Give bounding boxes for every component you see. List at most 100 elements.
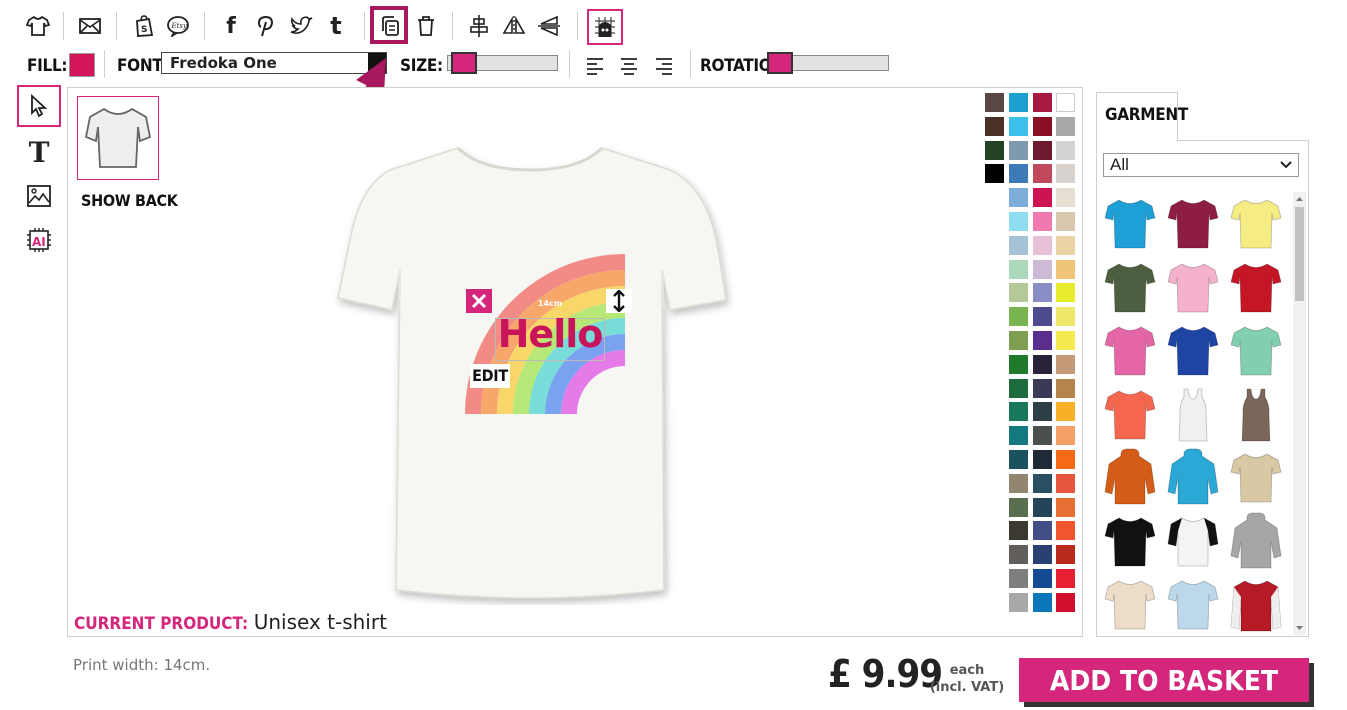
edit-button[interactable]: EDIT bbox=[470, 364, 510, 388]
palette-swatch[interactable] bbox=[1056, 426, 1076, 446]
garment-item-tank-mocha[interactable] bbox=[1230, 385, 1282, 443]
palette-swatch[interactable] bbox=[1032, 140, 1052, 160]
palette-swatch[interactable] bbox=[1056, 497, 1076, 517]
palette-swatch[interactable] bbox=[1008, 378, 1028, 398]
palette-swatch[interactable] bbox=[1008, 188, 1028, 208]
align-center-text-icon[interactable] bbox=[615, 53, 643, 79]
garment-scrollbar-thumb[interactable] bbox=[1295, 207, 1304, 301]
garment-item-tee-red[interactable] bbox=[1230, 258, 1282, 316]
garment-item-tee-maroon[interactable] bbox=[1167, 194, 1219, 252]
trash-icon[interactable] bbox=[412, 13, 440, 39]
palette-swatch[interactable] bbox=[1008, 259, 1028, 279]
palette-swatch[interactable] bbox=[1008, 93, 1028, 112]
garment-item-tee-coral[interactable] bbox=[1104, 385, 1156, 443]
palette-swatch[interactable] bbox=[1032, 545, 1052, 565]
align-left-icon[interactable] bbox=[581, 53, 609, 79]
garment-item-tank-white[interactable] bbox=[1167, 385, 1219, 443]
palette-swatch[interactable] bbox=[1056, 140, 1076, 160]
garment-item-tee-natural[interactable] bbox=[1104, 575, 1156, 633]
palette-swatch[interactable] bbox=[1032, 259, 1052, 279]
palette-swatch[interactable] bbox=[1008, 212, 1028, 231]
palette-swatch[interactable] bbox=[1008, 545, 1028, 565]
palette-swatch[interactable] bbox=[1008, 164, 1028, 184]
garment-item-tee-black[interactable] bbox=[1104, 512, 1156, 570]
palette-swatch[interactable] bbox=[1008, 331, 1028, 350]
palette-swatch[interactable] bbox=[1056, 116, 1076, 136]
ai-tool-icon[interactable]: AI bbox=[20, 222, 58, 258]
palette-swatch[interactable] bbox=[1056, 450, 1076, 469]
garment-item-tee-skyblue[interactable] bbox=[1167, 575, 1219, 633]
palette-swatch[interactable] bbox=[1056, 354, 1076, 374]
palette-swatch[interactable] bbox=[1008, 116, 1028, 136]
scroll-up-icon[interactable] bbox=[1295, 195, 1304, 203]
palette-swatch[interactable] bbox=[1056, 93, 1076, 112]
palette-swatch[interactable] bbox=[1008, 569, 1028, 588]
palette-swatch[interactable] bbox=[1008, 426, 1028, 446]
garment-item-tee-mint[interactable] bbox=[1230, 321, 1282, 379]
palette-swatch[interactable] bbox=[1032, 426, 1052, 446]
palette-swatch[interactable] bbox=[1008, 283, 1028, 303]
flip-vertical-icon[interactable] bbox=[535, 13, 563, 39]
resize-handle[interactable] bbox=[606, 289, 632, 313]
palette-swatch[interactable] bbox=[1056, 307, 1076, 327]
copy-icon[interactable] bbox=[376, 13, 404, 39]
envelope-icon[interactable] bbox=[76, 13, 104, 39]
palette-swatch[interactable] bbox=[1056, 569, 1076, 588]
palette-swatch[interactable] bbox=[1032, 592, 1052, 612]
fill-color-swatch[interactable] bbox=[69, 53, 95, 77]
shopify-icon[interactable]: S bbox=[130, 13, 158, 39]
palette-swatch[interactable] bbox=[1056, 402, 1076, 422]
palette-swatch[interactable] bbox=[1008, 497, 1028, 517]
palette-swatch[interactable] bbox=[1056, 592, 1076, 612]
flip-horizontal-icon[interactable] bbox=[500, 13, 528, 39]
palette-swatch[interactable] bbox=[985, 116, 1004, 136]
design-text[interactable]: Hello bbox=[495, 312, 605, 356]
garment-item-tee-olive[interactable] bbox=[1104, 258, 1156, 316]
palette-swatch[interactable] bbox=[1032, 402, 1052, 422]
palette-swatch[interactable] bbox=[1032, 331, 1052, 350]
palette-swatch[interactable] bbox=[1056, 188, 1076, 208]
add-to-basket-button[interactable]: ADD TO BASKET bbox=[1019, 658, 1309, 702]
palette-swatch[interactable] bbox=[1032, 354, 1052, 374]
size-slider-handle[interactable] bbox=[451, 52, 478, 74]
palette-swatch[interactable] bbox=[1008, 235, 1028, 255]
palette-swatch[interactable] bbox=[1032, 164, 1052, 184]
garment-item-tee-royal[interactable] bbox=[1167, 321, 1219, 379]
palette-swatch[interactable] bbox=[1032, 212, 1052, 231]
palette-swatch[interactable] bbox=[1008, 521, 1028, 541]
garment-item-raglan-black-white[interactable] bbox=[1167, 512, 1219, 570]
delete-element-button[interactable] bbox=[466, 289, 492, 313]
garment-item-hoodie-grey[interactable] bbox=[1230, 511, 1282, 570]
garment-item-hoodie-orange[interactable] bbox=[1104, 448, 1156, 506]
palette-swatch[interactable] bbox=[1032, 93, 1052, 112]
tumblr-icon[interactable]: t bbox=[322, 12, 350, 40]
palette-swatch[interactable] bbox=[1008, 450, 1028, 469]
palette-swatch[interactable] bbox=[1056, 545, 1076, 565]
rotation-slider-handle[interactable] bbox=[766, 52, 793, 74]
align-right-icon[interactable] bbox=[650, 53, 678, 79]
show-back-button[interactable] bbox=[77, 96, 159, 180]
palette-swatch[interactable] bbox=[1056, 473, 1076, 493]
palette-swatch[interactable] bbox=[1032, 473, 1052, 493]
palette-swatch[interactable] bbox=[1056, 212, 1076, 231]
etsy-icon[interactable]: Etsy bbox=[164, 13, 192, 39]
facebook-icon[interactable]: f bbox=[217, 13, 245, 39]
tshirt-icon[interactable] bbox=[24, 13, 52, 39]
palette-swatch[interactable] bbox=[1056, 259, 1076, 279]
palette-swatch[interactable] bbox=[1032, 188, 1052, 208]
twitter-icon[interactable] bbox=[287, 13, 315, 39]
palette-swatch[interactable] bbox=[985, 140, 1004, 160]
garment-item-tee-cyan[interactable] bbox=[1104, 194, 1156, 252]
palette-swatch[interactable] bbox=[1032, 283, 1052, 303]
palette-swatch[interactable] bbox=[1008, 402, 1028, 422]
palette-swatch[interactable] bbox=[1056, 378, 1076, 398]
garment-item-tee-tiedye[interactable] bbox=[1230, 448, 1282, 506]
scroll-down-icon[interactable] bbox=[1295, 624, 1304, 632]
align-center-icon[interactable] bbox=[465, 13, 493, 39]
palette-swatch[interactable] bbox=[1032, 378, 1052, 398]
palette-swatch[interactable] bbox=[1008, 354, 1028, 374]
text-tool-icon[interactable]: T bbox=[20, 134, 58, 170]
palette-swatch[interactable] bbox=[1056, 235, 1076, 255]
palette-swatch[interactable] bbox=[1056, 521, 1076, 541]
palette-swatch[interactable] bbox=[1008, 473, 1028, 493]
